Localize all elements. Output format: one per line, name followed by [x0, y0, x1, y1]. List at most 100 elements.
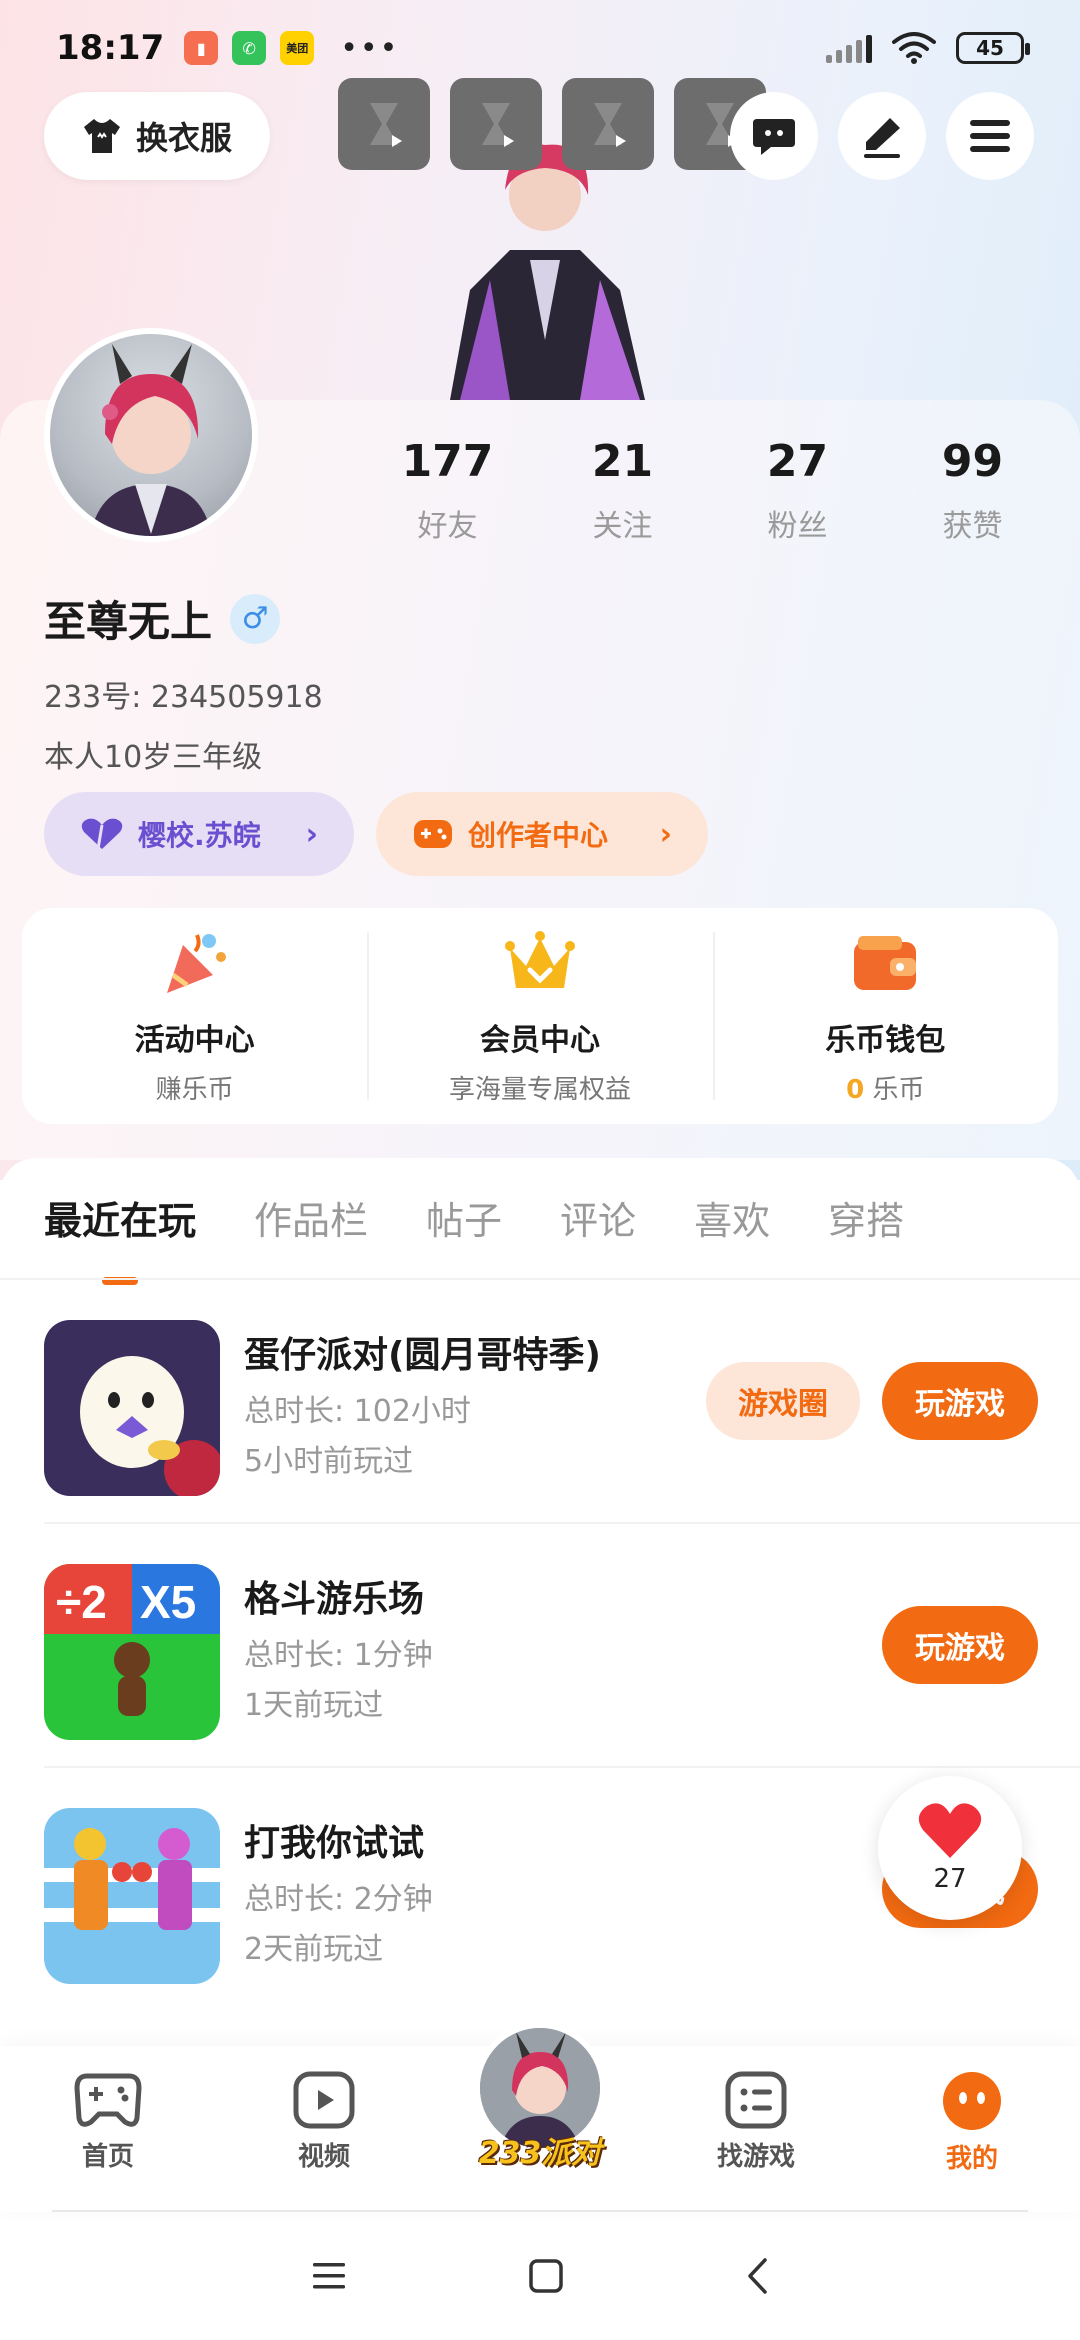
- game-name: 蛋仔派对(圆月哥特季): [244, 1335, 601, 1376]
- game-list-icon: [725, 2071, 787, 2129]
- pen-icon: [864, 118, 900, 158]
- hourglass-play-icon: [482, 103, 514, 147]
- school-button[interactable]: 樱校.苏皖 ›: [44, 792, 354, 876]
- home-icon[interactable]: [528, 2258, 564, 2294]
- stat-value: 21: [591, 436, 654, 487]
- crown-icon: [504, 927, 576, 999]
- game-name: 格斗游乐场: [244, 1579, 425, 1620]
- hourglass-play-icon: [370, 103, 402, 147]
- tab-works[interactable]: 作品栏: [254, 1190, 368, 1245]
- list-item[interactable]: ÷2 X5 格斗游乐场 总时长: 1分钟 1天前玩过 玩游戏: [0, 1524, 1080, 1768]
- message-button[interactable]: [730, 92, 818, 180]
- username: 至尊无上: [44, 597, 213, 646]
- stat-label: 获赞: [942, 509, 1003, 544]
- game-icon-text-left: ÷2: [56, 1576, 107, 1628]
- menu-button[interactable]: [946, 92, 1034, 180]
- game-icon-eggy-party: [44, 1320, 220, 1496]
- stat-value: 27: [766, 436, 829, 487]
- nav-label: 首页: [81, 2142, 134, 2172]
- service-title: 活动中心: [134, 1022, 255, 1058]
- stat-friends[interactable]: 177 好友: [360, 436, 535, 545]
- wallet-unit: 乐币: [872, 1074, 925, 1105]
- nav-label: 我的: [945, 2144, 998, 2174]
- nav-find-game[interactable]: 找游戏: [686, 2070, 826, 2173]
- change-outfit-label: 换衣服: [135, 119, 232, 157]
- event-center-button[interactable]: 活动中心 赚乐币: [22, 908, 367, 1124]
- chevron-right-icon: ›: [305, 816, 318, 852]
- nav-party[interactable]: 233派对: [470, 2022, 610, 2172]
- wallet-button[interactable]: 乐币钱包 0 乐币: [712, 908, 1058, 1124]
- chevron-right-icon: ›: [659, 816, 672, 852]
- hamburger-icon: [970, 120, 1010, 152]
- game-duration: 总时长: 1分钟: [244, 1638, 433, 1673]
- stat-label: 好友: [417, 509, 478, 544]
- gamepad-icon: [414, 820, 452, 848]
- username-row: 至尊无上 ♂: [44, 588, 281, 649]
- play-game-button[interactable]: 玩游戏: [882, 1606, 1038, 1684]
- nav-label: 视频: [297, 2142, 350, 2172]
- video-thumbnail[interactable]: [450, 78, 542, 170]
- wifi-icon: [892, 32, 936, 64]
- video-play-icon: [293, 2071, 355, 2129]
- wallet-icon: [849, 927, 921, 999]
- tab-outfits[interactable]: 穿搭: [828, 1190, 904, 1245]
- floating-like-button[interactable]: 27: [878, 1776, 1022, 1920]
- game-last-played: 2天前玩过: [244, 1932, 384, 1967]
- stat-value: 99: [941, 436, 1004, 487]
- profile-tabs: 最近在玩 作品栏 帖子 评论 喜欢 穿搭: [44, 1190, 904, 1285]
- creator-center-label: 创作者中心: [468, 819, 609, 852]
- stat-likes[interactable]: 99 获赞: [885, 436, 1060, 545]
- like-count: 27: [933, 1864, 967, 1894]
- stat-label: 粉丝: [767, 509, 828, 544]
- video-thumbnail[interactable]: [562, 78, 654, 170]
- notification-app-icon: ▮: [184, 31, 219, 65]
- member-center-button[interactable]: 会员中心 享海量专属权益: [367, 908, 712, 1124]
- stat-label: 关注: [592, 509, 653, 544]
- video-thumbnail[interactable]: [338, 78, 430, 170]
- service-subtitle: 享海量专属权益: [448, 1074, 631, 1105]
- tab-posts[interactable]: 帖子: [426, 1190, 502, 1245]
- game-last-played: 1天前玩过: [244, 1688, 384, 1723]
- game-icon-hit-me: [44, 1808, 220, 1984]
- chat-bubble-icon: [753, 119, 795, 155]
- game-duration: 总时长: 102小时: [244, 1394, 471, 1429]
- game-name: 打我你试试: [244, 1823, 425, 1864]
- back-icon[interactable]: [745, 2257, 769, 2295]
- system-navigation-bar: [0, 2212, 1080, 2340]
- game-duration: 总时长: 2分钟: [244, 1882, 433, 1917]
- status-notification-icons: ▮ ✆ 美团: [184, 31, 315, 65]
- school-label: 樱校.苏皖: [138, 819, 261, 852]
- service-title: 会员中心: [479, 1022, 600, 1058]
- signal-icon: [826, 33, 872, 63]
- edit-profile-button[interactable]: [838, 92, 926, 180]
- list-item[interactable]: 蛋仔派对(圆月哥特季) 总时长: 102小时 5小时前玩过 游戏圈 玩游戏: [0, 1280, 1080, 1524]
- creator-center-button[interactable]: 创作者中心 ›: [376, 792, 708, 876]
- smiley-face-icon: [943, 2072, 1001, 2130]
- hourglass-play-icon: [594, 103, 626, 147]
- more-notifications-icon: •••: [340, 30, 400, 66]
- nav-home[interactable]: 首页: [38, 2070, 178, 2173]
- meituan-icon: 美团: [280, 31, 315, 65]
- nav-mine[interactable]: 我的: [902, 2070, 1042, 2175]
- services-card: 活动中心 赚乐币 会员中心 享海量专属权益 乐币钱包 0 乐币: [22, 908, 1058, 1124]
- tab-likes[interactable]: 喜欢: [694, 1190, 770, 1245]
- game-icon-fight-playground: ÷2 X5: [44, 1564, 220, 1740]
- tab-comments[interactable]: 评论: [560, 1190, 636, 1245]
- party-popper-icon: [159, 927, 231, 999]
- nav-video[interactable]: 视频: [254, 2070, 394, 2173]
- stat-following[interactable]: 21 关注: [535, 436, 710, 545]
- recent-apps-icon[interactable]: [311, 2261, 347, 2291]
- game-community-button[interactable]: 游戏圈: [706, 1362, 860, 1440]
- game-last-played: 5小时前玩过: [244, 1444, 414, 1479]
- change-outfit-button[interactable]: 换衣服: [44, 92, 270, 180]
- stat-fans[interactable]: 27 粉丝: [710, 436, 885, 545]
- game-icon-text-right: X5: [140, 1576, 196, 1628]
- user-bio: 本人10岁三年级: [44, 740, 263, 775]
- wallet-balance: 0: [846, 1074, 865, 1105]
- profile-stats: 177 好友 21 关注 27 粉丝 99 获赞: [360, 436, 1060, 545]
- stat-value: 177: [401, 436, 494, 487]
- gamepad-icon: [74, 2073, 142, 2127]
- avatar[interactable]: [44, 328, 258, 542]
- play-game-button[interactable]: 玩游戏: [882, 1362, 1038, 1440]
- tab-recent[interactable]: 最近在玩: [44, 1190, 196, 1285]
